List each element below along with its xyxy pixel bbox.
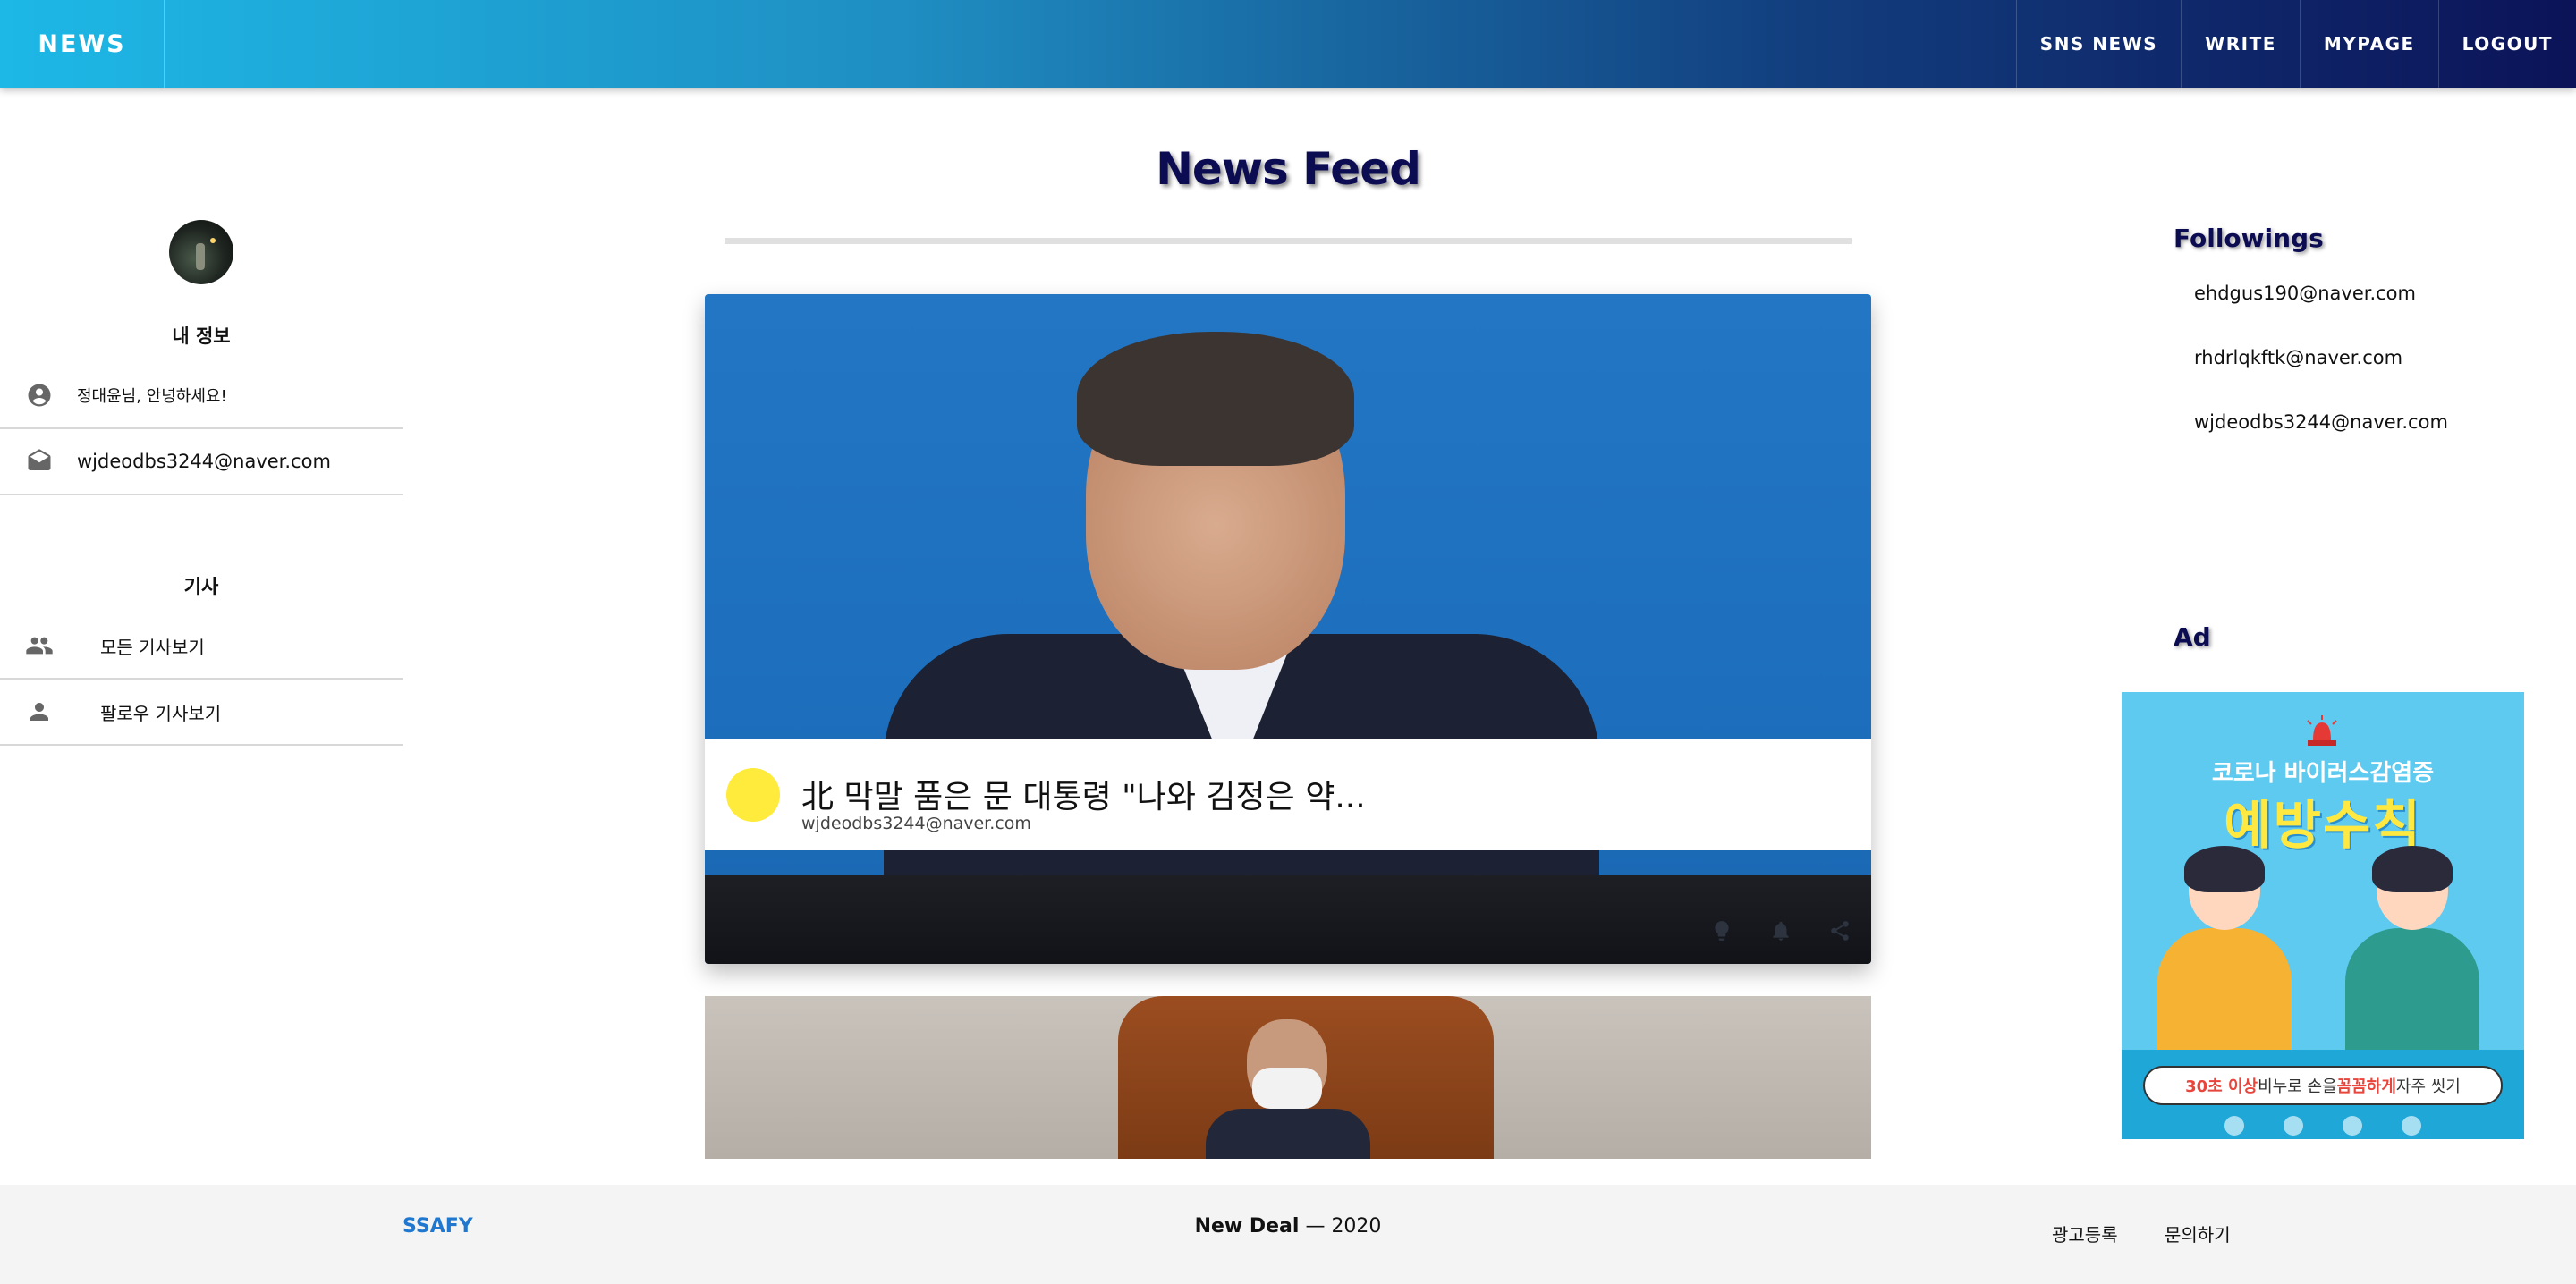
brand-logo[interactable]: NEWS bbox=[0, 0, 165, 88]
card-author: wjdeodbs3244@naver.com bbox=[801, 814, 1031, 833]
mail-open-icon bbox=[20, 448, 59, 475]
followings-heading: Followings bbox=[2174, 224, 2324, 253]
ad-pager-dot[interactable] bbox=[2224, 1116, 2244, 1136]
following-item[interactable]: wjdeodbs3244@naver.com bbox=[2194, 411, 2448, 433]
ad-heading: Ad bbox=[2174, 622, 2211, 652]
ad-banner[interactable]: 코로나 바이러스감염증 예방수칙 30초 이상 비누로 손을 꼼꼼하게 자주 씻… bbox=[2122, 692, 2524, 1139]
card-title[interactable]: 北 막말 품은 문 대통령 "나와 김정은 약... bbox=[801, 771, 1366, 817]
sidebar-item-all-articles[interactable]: 모든 기사보기 bbox=[0, 613, 402, 680]
ad-message-part: 자주 씻기 bbox=[2395, 1077, 2461, 1096]
sidebar-item-label: 모든 기사보기 bbox=[100, 636, 205, 658]
articles-heading: 기사 bbox=[183, 576, 219, 597]
ad-message-part: 30초 이상 bbox=[2185, 1077, 2258, 1096]
account-circle-icon bbox=[20, 382, 59, 409]
share-icon[interactable] bbox=[1826, 917, 1853, 944]
page-title: News Feed bbox=[1156, 143, 1421, 195]
card-image-detail bbox=[1077, 332, 1354, 466]
main-nav: SNS NEWS WRITE MYPAGE LOGOUT bbox=[2015, 0, 2576, 88]
footer-link-contact[interactable]: 문의하기 bbox=[2165, 1221, 2231, 1246]
top-navbar: NEWS SNS NEWS WRITE MYPAGE LOGOUT bbox=[0, 0, 2576, 88]
title-divider bbox=[724, 238, 1852, 244]
avatar-figure bbox=[196, 243, 205, 270]
following-item[interactable]: ehdgus190@naver.com bbox=[2194, 283, 2416, 304]
nav-mypage[interactable]: MYPAGE bbox=[2299, 0, 2438, 88]
ad-message-part: 꼼꼼하게 bbox=[2336, 1077, 2396, 1096]
nav-write[interactable]: WRITE bbox=[2181, 0, 2300, 88]
nav-logout[interactable]: LOGOUT bbox=[2437, 0, 2576, 88]
people-icon bbox=[20, 631, 59, 660]
avatar-light bbox=[210, 238, 216, 243]
profile-heading: 내 정보 bbox=[172, 325, 231, 347]
following-item[interactable]: rhdrlqkftk@naver.com bbox=[2194, 347, 2402, 368]
ad-pager bbox=[2122, 1116, 2524, 1136]
news-card[interactable]: 北 막말 품은 문 대통령 "나와 김정은 약... wjdeodbs3244@… bbox=[705, 294, 1871, 964]
footer-center-bold: New Deal bbox=[1194, 1215, 1300, 1238]
bell-icon[interactable] bbox=[1767, 917, 1794, 944]
footer: SSAFY New Deal — 2020 광고등록 문의하기 bbox=[0, 1185, 2576, 1284]
greeting-row: 정대윤님, 안녕하세요! bbox=[0, 363, 402, 429]
ad-message-part: 비누로 손을 bbox=[2258, 1077, 2337, 1096]
sidebar-item-follow-articles[interactable]: 팔로우 기사보기 bbox=[0, 680, 402, 746]
card-caption: 北 막말 품은 문 대통령 "나와 김정은 약... wjdeodbs3244@… bbox=[705, 739, 1871, 850]
greeting-text: 정대윤님, 안녕하세요! bbox=[77, 387, 227, 406]
avatar[interactable] bbox=[169, 220, 233, 284]
email-text: wjdeodbs3244@naver.com bbox=[77, 451, 331, 472]
lightbulb-icon[interactable] bbox=[1708, 917, 1735, 944]
footer-link-ad-register[interactable]: 광고등록 bbox=[2052, 1221, 2118, 1246]
footer-center-rest: — 2020 bbox=[1299, 1215, 1382, 1238]
news-card[interactable] bbox=[705, 996, 1871, 1159]
ad-pager-dot[interactable] bbox=[2284, 1116, 2303, 1136]
email-row: wjdeodbs3244@naver.com bbox=[0, 429, 402, 495]
nav-sns-news[interactable]: SNS NEWS bbox=[2015, 0, 2181, 88]
card-image-detail bbox=[1252, 1068, 1322, 1109]
author-avatar bbox=[726, 768, 780, 822]
card-actions bbox=[1708, 917, 1853, 944]
ad-message: 30초 이상 비누로 손을 꼼꼼하게 자주 씻기 bbox=[2143, 1066, 2503, 1105]
card-image-detail bbox=[1206, 1109, 1370, 1159]
ad-pager-dot[interactable] bbox=[2343, 1116, 2362, 1136]
person-icon bbox=[20, 698, 59, 725]
ad-pager-dot[interactable] bbox=[2402, 1116, 2421, 1136]
card-image-detail bbox=[705, 875, 1871, 964]
ad-line2: 예방수칙 bbox=[2224, 795, 2422, 856]
siren-icon bbox=[2307, 715, 2337, 746]
sidebar-item-label: 팔로우 기사보기 bbox=[100, 702, 222, 724]
